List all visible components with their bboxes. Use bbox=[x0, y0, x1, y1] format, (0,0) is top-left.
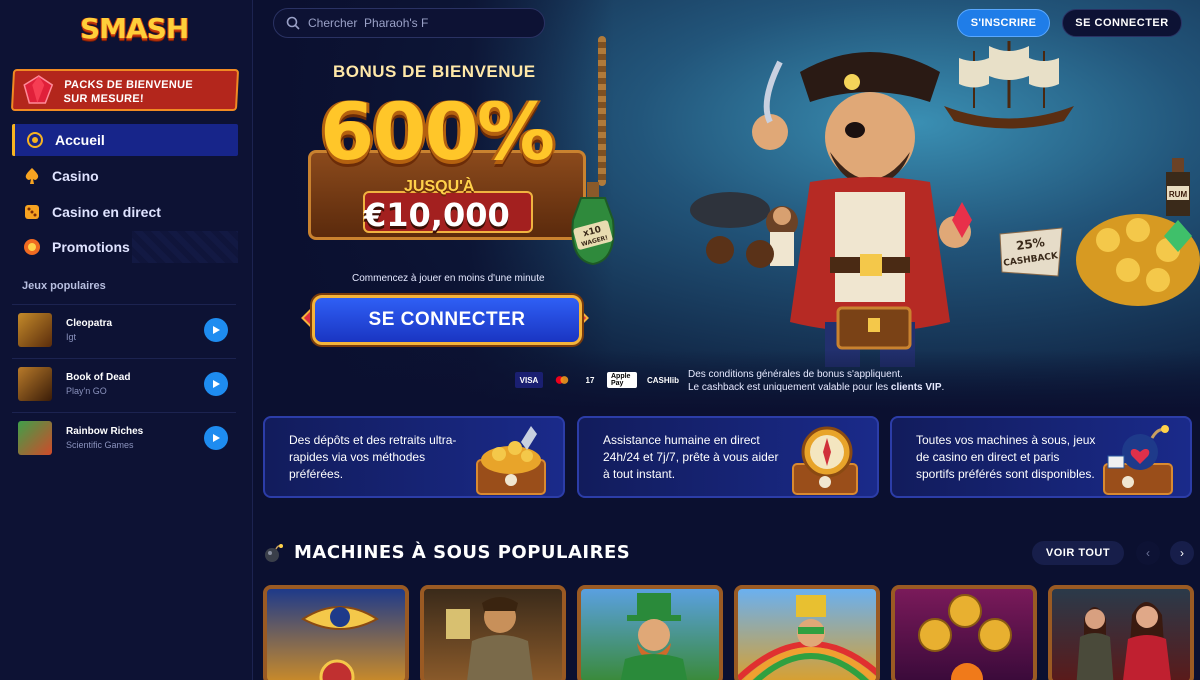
slot-card[interactable] bbox=[1048, 585, 1194, 680]
home-icon bbox=[25, 130, 45, 150]
promo-pattern bbox=[132, 231, 238, 263]
game-thumbnail bbox=[18, 367, 52, 401]
bomb-icon bbox=[265, 544, 283, 562]
rope-decoration bbox=[598, 36, 606, 186]
sidebar: SMASH PACKS DE BIENVENUE SUR MESURE! Acc… bbox=[0, 0, 253, 680]
rum-label: RUM bbox=[1169, 190, 1188, 199]
cashlib-icon: CASHlib bbox=[647, 375, 679, 385]
nav-label: Casino en direct bbox=[52, 204, 161, 220]
leprechaun-icon bbox=[620, 593, 688, 680]
bonus-terms: Des conditions générales de bonus s'appl… bbox=[688, 368, 944, 394]
sidebar-game-book-of-dead[interactable]: Book of Dead Play'n GO bbox=[12, 358, 236, 408]
sidebar-game-rainbow-riches[interactable]: Rainbow Riches Scientific Games bbox=[12, 412, 236, 462]
see-all-button[interactable]: VOIR TOUT bbox=[1032, 541, 1124, 565]
carousel-prev-button[interactable]: ‹ bbox=[1136, 541, 1160, 565]
bonus-amount: €10,000 bbox=[364, 196, 510, 234]
slot-card[interactable] bbox=[577, 585, 723, 680]
rum-bottle-illustration: RUM bbox=[1166, 158, 1190, 216]
feature-text: Assistance humaine en direct 24h/24 et 7… bbox=[603, 433, 779, 481]
nav-label: Promotions bbox=[52, 239, 130, 255]
terms-text: Le cashback est uniquement valable pour … bbox=[688, 382, 891, 393]
play-icon bbox=[213, 326, 220, 334]
terms-text: . bbox=[941, 382, 945, 393]
search-input[interactable] bbox=[308, 16, 528, 30]
mastercard-icon bbox=[551, 372, 573, 388]
play-button[interactable] bbox=[204, 318, 228, 342]
feature-text: Toutes vos machines à sous, jeux de casi… bbox=[916, 433, 1096, 481]
sidebar-game-cleopatra[interactable]: Cleopatra Igt bbox=[12, 304, 236, 354]
wager-bottle-icon: x10 WAGER! bbox=[571, 182, 615, 266]
play-button[interactable] bbox=[204, 372, 228, 396]
vip-clients-link[interactable]: clients VIP bbox=[891, 382, 942, 393]
play-button[interactable] bbox=[204, 426, 228, 450]
payment-17-icon: 17 bbox=[585, 375, 595, 385]
game-name: Cleopatra bbox=[66, 318, 113, 329]
nav-item-casino[interactable]: Casino bbox=[12, 160, 238, 192]
game-provider: Play'n GO bbox=[66, 386, 107, 396]
game-provider: Scientific Games bbox=[66, 440, 134, 450]
slot-card[interactable] bbox=[420, 585, 566, 680]
game-name: Book of Dead bbox=[66, 372, 131, 383]
rainbow-leprechaun-icon bbox=[738, 595, 876, 680]
feature-card-games: Toutes vos machines à sous, jeux de casi… bbox=[890, 416, 1192, 498]
treasure-chest-illustration bbox=[836, 306, 912, 350]
hero-caption: Commencez à jouer en moins d'une minute bbox=[352, 273, 545, 284]
hero-login-button[interactable]: SE CONNECTER bbox=[312, 295, 582, 345]
gold-coins-icon bbox=[918, 594, 1012, 680]
nav-item-promotions[interactable]: Promotions bbox=[12, 231, 238, 263]
nav-item-accueil[interactable]: Accueil bbox=[12, 124, 238, 156]
dice-icon bbox=[22, 202, 42, 222]
carousel-next-button[interactable]: › bbox=[1170, 541, 1194, 565]
terms-line: Des conditions générales de bonus s'appl… bbox=[688, 369, 903, 380]
ruby-gem-icon bbox=[23, 75, 54, 104]
game-name: Rainbow Riches bbox=[66, 426, 144, 437]
popular-games-label: Jeux populaires bbox=[22, 280, 106, 292]
bonus-upto: JUSQU'À bbox=[404, 178, 475, 195]
welcome-packs-banner[interactable]: PACKS DE BIENVENUE SUR MESURE! bbox=[10, 69, 240, 111]
logo[interactable]: SMASH bbox=[80, 12, 189, 45]
game-thumbnail bbox=[18, 421, 52, 455]
feature-text: Des dépôts et des retraits ultra-rapides… bbox=[289, 433, 457, 481]
login-button[interactable]: SE CONNECTER bbox=[1062, 9, 1182, 37]
feature-card-support: Assistance humaine en direct 24h/24 et 7… bbox=[577, 416, 879, 498]
search-icon bbox=[286, 16, 300, 30]
slot-card[interactable] bbox=[263, 585, 409, 680]
eye-of-horus-icon bbox=[301, 606, 379, 680]
promo-icon bbox=[22, 237, 42, 257]
apple-pay-icon: Apple Pay bbox=[607, 372, 637, 388]
cannon-monkey-illustration bbox=[690, 192, 798, 268]
bonus-title: BONUS DE BIENVENUE bbox=[333, 62, 536, 81]
game-provider: Igt bbox=[66, 332, 77, 342]
game-thumbnail bbox=[18, 313, 52, 347]
visa-icon: VISA bbox=[515, 372, 543, 388]
slot-card[interactable] bbox=[891, 585, 1037, 680]
nav-item-casino-en-direct[interactable]: Casino en direct bbox=[12, 196, 238, 228]
payment-methods: VISA 17 Apple Pay CASHlib bbox=[515, 372, 681, 388]
terms-line: Le cashback est uniquement valable pour … bbox=[688, 381, 944, 394]
play-icon bbox=[213, 380, 220, 388]
two-women-icon bbox=[1076, 602, 1171, 680]
bomb-chest-icon bbox=[1103, 425, 1173, 495]
bonus-percent: 600% bbox=[320, 88, 555, 178]
nav-label: Accueil bbox=[55, 132, 105, 148]
welcome-banner-text: PACKS DE BIENVENUE SUR MESURE! bbox=[63, 79, 194, 105]
treasure-chest-icon bbox=[476, 426, 546, 495]
section-title: MACHINES À SOUS POPULAIRES bbox=[294, 542, 631, 563]
feature-card-payments: Des dépôts et des retraits ultra-rapides… bbox=[263, 416, 565, 498]
play-icon bbox=[213, 434, 220, 442]
adventurer-icon bbox=[446, 597, 533, 680]
signup-button[interactable]: S'INSCRIRE bbox=[957, 9, 1050, 37]
nav-label: Casino bbox=[52, 168, 99, 184]
slot-card[interactable] bbox=[734, 585, 880, 680]
spade-icon bbox=[22, 166, 42, 186]
compass-icon bbox=[792, 426, 858, 495]
cashback-badge: 25% CASHBACK bbox=[999, 227, 1063, 277]
search-bar[interactable] bbox=[273, 8, 545, 38]
